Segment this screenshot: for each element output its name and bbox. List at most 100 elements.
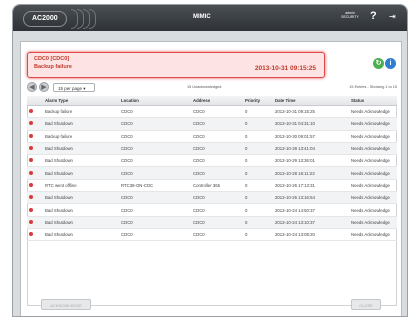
column-header-address[interactable]: Address [191,96,243,106]
refresh-icon[interactable]: ↻ [373,58,384,69]
app-title: MIMIC [193,14,211,20]
table-row[interactable]: Bad Shutdown CDC0 CDC0 0 2013-10-29 13:36:01… [27,154,397,168]
cell-alarm-type: Bad Shutdown [43,216,119,229]
cell-status: Needs Acknowledge [349,191,397,205]
column-header-alarm-type[interactable]: Alarm Type [43,96,119,106]
alarm-dot-icon [29,133,33,138]
acknowledge-button[interactable]: ACKNOWLEDGE [41,299,91,310]
previous-page-button[interactable]: ◀ [27,82,37,92]
cell-status: Needs Acknowledge [349,130,397,143]
alarm-dot-icon [29,121,33,126]
entries-summary: 15 Entries - Showing 1 to 15 [349,85,397,89]
table-row[interactable]: Bad Shutdown CDC0 CDC0 0 2013-10-26 13:16:54… [27,191,397,205]
alert-message: Backup failure [34,64,72,70]
cell-priority: 0 [243,105,273,119]
status-indicator-cell [27,179,43,193]
cell-date-time: 2013-10-29 13:41:04 [273,142,349,156]
per-page-value: 15 per page [58,86,83,91]
status-indicator-cell [27,216,43,229]
cell-status: Needs Acknowledge [349,105,397,119]
user-info[interactable]: admin SECURITY [335,11,365,19]
status-indicator-cell [27,203,43,217]
table-toolbar: ◀ ▶ 15 per page ▾ 15 Unacknowledged 15 E… [27,82,397,94]
decorative-arc [89,9,96,29]
exit-button[interactable]: ⇥ [389,12,396,21]
table-row[interactable]: Bad Shutdown CDC0 CDC0 0 2013-10-24 14:50:37… [27,203,397,217]
cell-address: CDC0 [191,142,243,156]
status-indicator-cell [27,117,43,131]
alarm-dot-icon [29,232,33,237]
cell-alarm-type: Bad Shutdown [43,228,119,242]
panel-footer: ACKNOWLEDGE CLOSE [21,297,401,316]
alert-banner[interactable]: CDC0 [CDC0] Backup failure 2013-10-31 09… [27,52,325,78]
cell-priority: 0 [243,142,273,156]
alert-code: CDC0 [CDC0] [34,56,70,62]
cell-date-time: 2013-10-24 14:50:37 [273,203,349,217]
info-icon[interactable]: i [385,58,396,69]
cell-location: CDC0 [119,191,191,205]
cell-alarm-type: Bad Shutdown [43,166,119,180]
cell-address: Controller 365 [191,179,243,193]
cell-location: CDC0 [119,166,191,180]
cell-priority: 0 [243,154,273,168]
cell-alarm-type: Bad Shutdown [43,203,119,217]
table-row[interactable]: Backup failure CDC0 CDC0 0 2013-10-30 09:01:… [27,130,397,143]
status-indicator-cell [27,166,43,180]
cell-location: RTC38-ON-CDC [119,179,191,193]
cell-location: CDC0 [119,142,191,156]
column-header-location[interactable]: Location [119,96,191,106]
alarm-dot-icon [29,158,33,163]
table-row[interactable]: RTC went offline RTC38-ON-CDC Controller 3… [27,179,397,193]
table-row[interactable]: Bad Shutdown CDC0 CDC0 0 2013-10-24 13:10:37… [27,216,397,229]
cell-location: CDC0 [119,216,191,229]
alarm-dot-icon [29,182,33,187]
cell-status: Needs Acknowledge [349,166,397,180]
cell-alarm-type: Bad Shutdown [43,117,119,131]
alarm-dot-icon [29,219,33,224]
table-row[interactable]: Bad Shutdown CDC0 CDC0 0 2013-10-24 13:08:20… [27,228,397,242]
alarm-table: Alarm Type Location Address Priority Dat… [27,96,397,242]
table-row[interactable]: Bad Shutdown CDC0 CDC0 0 2013-10-31 04:31:10… [27,117,397,131]
cell-date-time: 2013-10-24 13:08:20 [273,228,349,242]
cell-date-time: 2013-10-26 17:13:31 [273,179,349,193]
table-row[interactable]: Bad Shutdown CDC0 CDC0 0 2013-10-28 16:11:23… [27,166,397,180]
column-header-priority[interactable]: Priority [243,96,273,106]
cell-priority: 0 [243,117,273,131]
cell-date-time: 2013-10-29 13:36:01 [273,154,349,168]
cell-status: Needs Acknowledge [349,117,397,131]
help-button[interactable]: ? [370,10,377,22]
chevron-down-icon: ▾ [83,86,86,91]
cell-priority: 0 [243,203,273,217]
status-indicator-cell [27,191,43,205]
column-header-status[interactable]: Status [349,96,397,106]
user-role: SECURITY [341,15,359,19]
table-row[interactable]: Backup failure CDC0 CDC0 0 2013-10-31 09:15:… [27,105,397,119]
cell-date-time: 2013-10-31 09:15:25 [273,105,349,119]
cell-address: CDC0 [191,166,243,180]
cell-address: CDC0 [191,216,243,229]
cell-priority: 0 [243,130,273,143]
alarm-dot-icon [29,109,33,114]
alert-datetime: 2013-10-31 09:15:25 [254,65,316,72]
cell-status: Needs Acknowledge [349,203,397,217]
close-button[interactable]: CLOSE [351,299,381,310]
table-row[interactable]: Bad Shutdown CDC0 CDC0 0 2013-10-29 13:41:04… [27,142,397,156]
alarm-panel: CDC0 [CDC0] Backup failure 2013-10-31 09… [20,41,402,316]
cell-location: CDC0 [119,228,191,242]
cell-priority: 0 [243,216,273,229]
next-page-button[interactable]: ▶ [39,82,49,92]
cell-alarm-type: Backup failure [43,130,119,143]
column-header-date-time[interactable]: Date Time [273,96,349,106]
cell-priority: 0 [243,191,273,205]
cell-address: CDC0 [191,117,243,131]
cell-date-time: 2013-10-26 13:16:54 [273,191,349,205]
cell-priority: 0 [243,228,273,242]
cell-status: Needs Acknowledge [349,228,397,242]
cell-location: CDC0 [119,154,191,168]
per-page-select[interactable]: 15 per page ▾ [53,83,95,92]
header-indicator [27,96,43,106]
cell-address: CDC0 [191,130,243,143]
alarm-dot-icon [29,146,33,151]
status-indicator-cell [27,154,43,168]
status-indicator-cell [27,142,43,156]
